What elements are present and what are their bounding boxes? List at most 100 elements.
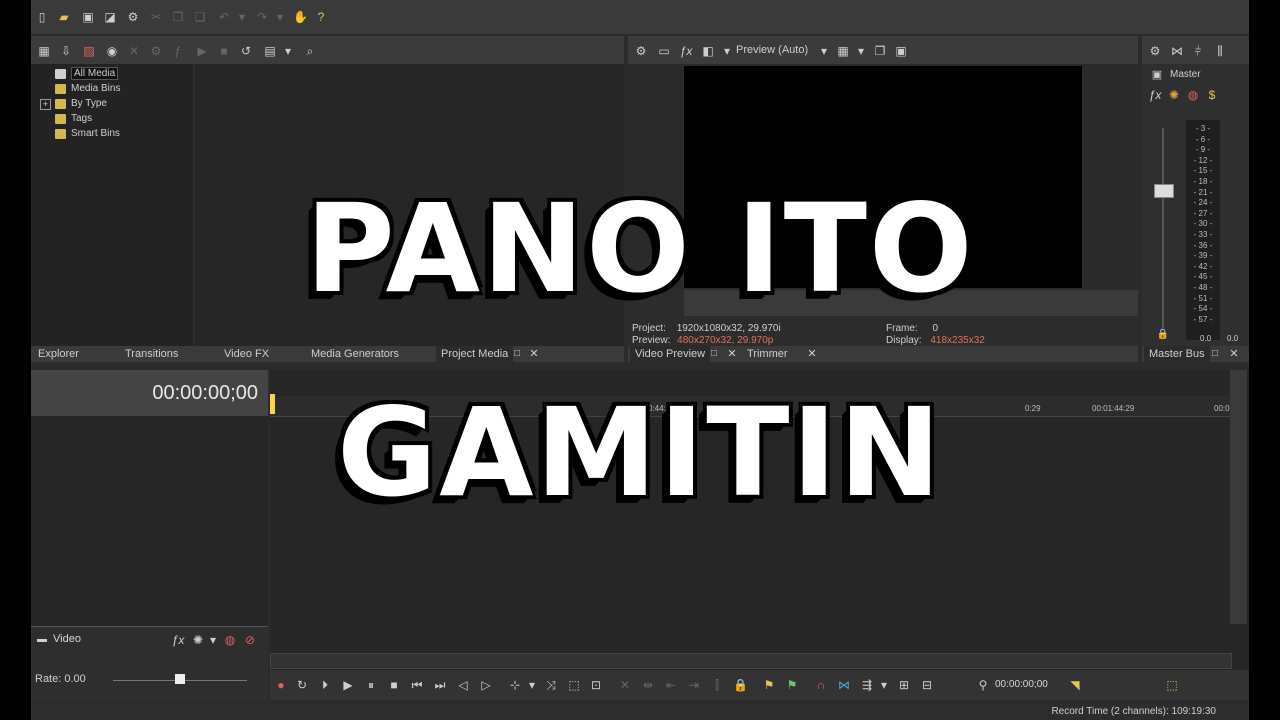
region-icon[interactable]: ⚑ <box>785 678 799 692</box>
save-icon[interactable]: ▣ <box>81 10 95 24</box>
auto-preview-icon[interactable]: ↺ <box>239 44 253 58</box>
views-icon[interactable]: ▤ <box>263 44 277 58</box>
external-monitor-icon[interactable]: ▭ <box>657 44 671 58</box>
master-settings-icon[interactable]: ⚙ <box>1148 44 1162 58</box>
normal-edit-tool-icon[interactable]: ⊹ <box>508 678 522 692</box>
fx-icon[interactable]: ƒx <box>679 44 693 58</box>
explorer-view-icon[interactable]: ▦ <box>37 44 51 58</box>
tab-explorer[interactable]: Explorer <box>38 346 79 362</box>
lock-icon[interactable]: 🔒 <box>733 678 748 692</box>
track-fx-icon[interactable]: ƒx <box>171 633 185 647</box>
close-icon[interactable]: ✕ <box>725 347 739 361</box>
play-from-start-icon[interactable]: ⏵ <box>318 678 332 692</box>
rate-slider-handle[interactable] <box>175 674 185 684</box>
previous-frame-icon[interactable]: ◁ <box>456 678 470 692</box>
overlays-dropdown-icon[interactable]: ▾ <box>854 44 868 58</box>
split-icon[interactable]: ⫿ <box>710 678 724 692</box>
tab-video-fx[interactable]: Video FX <box>224 346 269 362</box>
tab-transitions[interactable]: Transitions <box>125 346 178 362</box>
delete-icon[interactable]: ✕ <box>618 678 632 692</box>
window-restore-icon[interactable]: □ <box>510 347 524 361</box>
import-media-icon[interactable]: ⇩ <box>59 44 73 58</box>
paste-icon[interactable]: ❏ <box>193 10 207 24</box>
ripple-dropdown-icon[interactable]: ▾ <box>877 678 891 692</box>
tree-item-smart-bins[interactable]: Smart Bins <box>55 127 120 141</box>
envelope-tool-icon[interactable]: ⤨ <box>544 678 558 692</box>
track-motion-icon[interactable]: ✺ <box>191 633 205 647</box>
delete-icon[interactable]: ✕ <box>127 44 141 58</box>
next-frame-icon[interactable]: ▷ <box>479 678 493 692</box>
track-motion-dropdown-icon[interactable]: ▾ <box>206 633 220 647</box>
snapping-magnet-icon[interactable]: ∩ <box>814 678 828 692</box>
undo-icon[interactable]: ↶ <box>217 10 231 24</box>
dim-output-icon[interactable]: ⫩ <box>1191 44 1205 58</box>
help-icon[interactable]: ? <box>314 10 328 24</box>
play-icon[interactable]: ▶ <box>341 678 355 692</box>
remove-media-icon[interactable]: ▨ <box>82 44 96 58</box>
track-automation-icon[interactable]: ◍ <box>223 633 237 647</box>
preview-quality-select[interactable]: Preview (Auto) <box>736 44 808 56</box>
redo-icon[interactable]: ↷ <box>255 10 269 24</box>
go-to-end-icon[interactable]: ⏭ <box>433 678 447 692</box>
close-icon[interactable]: ✕ <box>805 347 819 361</box>
fx-chain-icon[interactable]: ✺ <box>1167 88 1181 102</box>
pause-icon[interactable]: ⏸ <box>364 678 378 692</box>
tab-video-preview[interactable]: Video Preview <box>630 346 711 362</box>
master-mute-checkbox[interactable]: ▣ <box>1150 68 1164 82</box>
trim-start-icon[interactable]: ⇤ <box>664 678 678 692</box>
loop-playback-icon[interactable]: ↻ <box>295 678 309 692</box>
copy-icon[interactable]: ❐ <box>171 10 185 24</box>
lock-icon[interactable]: 🔒 <box>1156 328 1170 342</box>
downmix-icon[interactable]: ⋈ <box>1170 44 1184 58</box>
tree-item-by-type[interactable]: + By Type <box>40 97 107 111</box>
close-icon[interactable]: ✕ <box>1227 347 1241 361</box>
solo-icon[interactable]: $ <box>1205 88 1219 102</box>
expand-plus-icon[interactable]: + <box>40 99 51 110</box>
preview-settings-icon[interactable]: ⚙ <box>634 44 648 58</box>
stop-icon[interactable]: ■ <box>387 678 401 692</box>
selection-tool-icon[interactable]: ⬚ <box>567 678 581 692</box>
trim-end-icon[interactable]: ⇥ <box>687 678 701 692</box>
tab-master-bus[interactable]: Master Bus <box>1144 346 1210 362</box>
views-dropdown-icon[interactable]: ▾ <box>281 44 295 58</box>
undo-dropdown-icon[interactable]: ▾ <box>235 10 249 24</box>
master-fx-icon[interactable]: ƒx <box>1148 88 1162 102</box>
tab-trimmer[interactable]: Trimmer <box>747 346 788 362</box>
hand-tool-icon[interactable]: ✋ <box>293 10 308 24</box>
tree-item-tags[interactable]: Tags <box>55 112 92 126</box>
tree-item-all-media[interactable]: All Media <box>55 67 119 81</box>
marker-icon[interactable]: ⚑ <box>762 678 776 692</box>
window-restore-icon[interactable]: □ <box>1208 347 1222 361</box>
split-screen-icon[interactable]: ◧ <box>701 44 715 58</box>
media-fx-icon[interactable]: ƒ <box>171 44 185 58</box>
ignore-grouping-icon[interactable]: ⊟ <box>920 678 934 692</box>
window-restore-icon[interactable]: □ <box>707 347 721 361</box>
new-file-icon[interactable]: ▯ <box>35 10 49 24</box>
track-mute-icon[interactable]: ⊘ <box>243 633 257 647</box>
tree-item-media-bins[interactable]: Media Bins <box>55 82 120 96</box>
close-icon[interactable]: ✕ <box>527 347 541 361</box>
tab-project-media[interactable]: Project Media <box>436 346 514 362</box>
auto-ripple-icon[interactable]: ⇶ <box>860 678 874 692</box>
trim-icon[interactable]: ⇹ <box>641 678 655 692</box>
lock-envelopes-icon[interactable]: ⊞ <box>897 678 911 692</box>
quality-dropdown-icon[interactable]: ▾ <box>817 44 831 58</box>
cut-icon[interactable]: ✂ <box>149 10 163 24</box>
zoom-tool-icon[interactable]: ⊡ <box>589 678 603 692</box>
open-folder-icon[interactable]: ▰ <box>57 10 71 24</box>
stop-preview-icon[interactable]: ■ <box>217 44 231 58</box>
copy-snapshot-icon[interactable]: ❐ <box>873 44 887 58</box>
transport-timecode[interactable]: 00:00:00;00 <box>995 679 1048 690</box>
capture-icon[interactable]: ◉ <box>105 44 119 58</box>
mixer-faders-icon[interactable]: ⫼ <box>1213 44 1227 58</box>
track-collapse-icon[interactable]: ▬ <box>35 633 49 647</box>
split-dropdown-icon[interactable]: ▾ <box>720 44 734 58</box>
play-preview-icon[interactable]: ▶ <box>195 44 209 58</box>
settings-icon[interactable]: ⚙ <box>126 10 140 24</box>
record-icon[interactable]: ● <box>274 678 288 692</box>
redo-dropdown-icon[interactable]: ▾ <box>273 10 287 24</box>
edit-tool-dropdown-icon[interactable]: ▾ <box>525 678 539 692</box>
overlays-grid-icon[interactable]: ▦ <box>836 44 850 58</box>
go-to-start-icon[interactable]: ⏮ <box>410 678 424 692</box>
tab-media-generators[interactable]: Media Generators <box>311 346 399 362</box>
